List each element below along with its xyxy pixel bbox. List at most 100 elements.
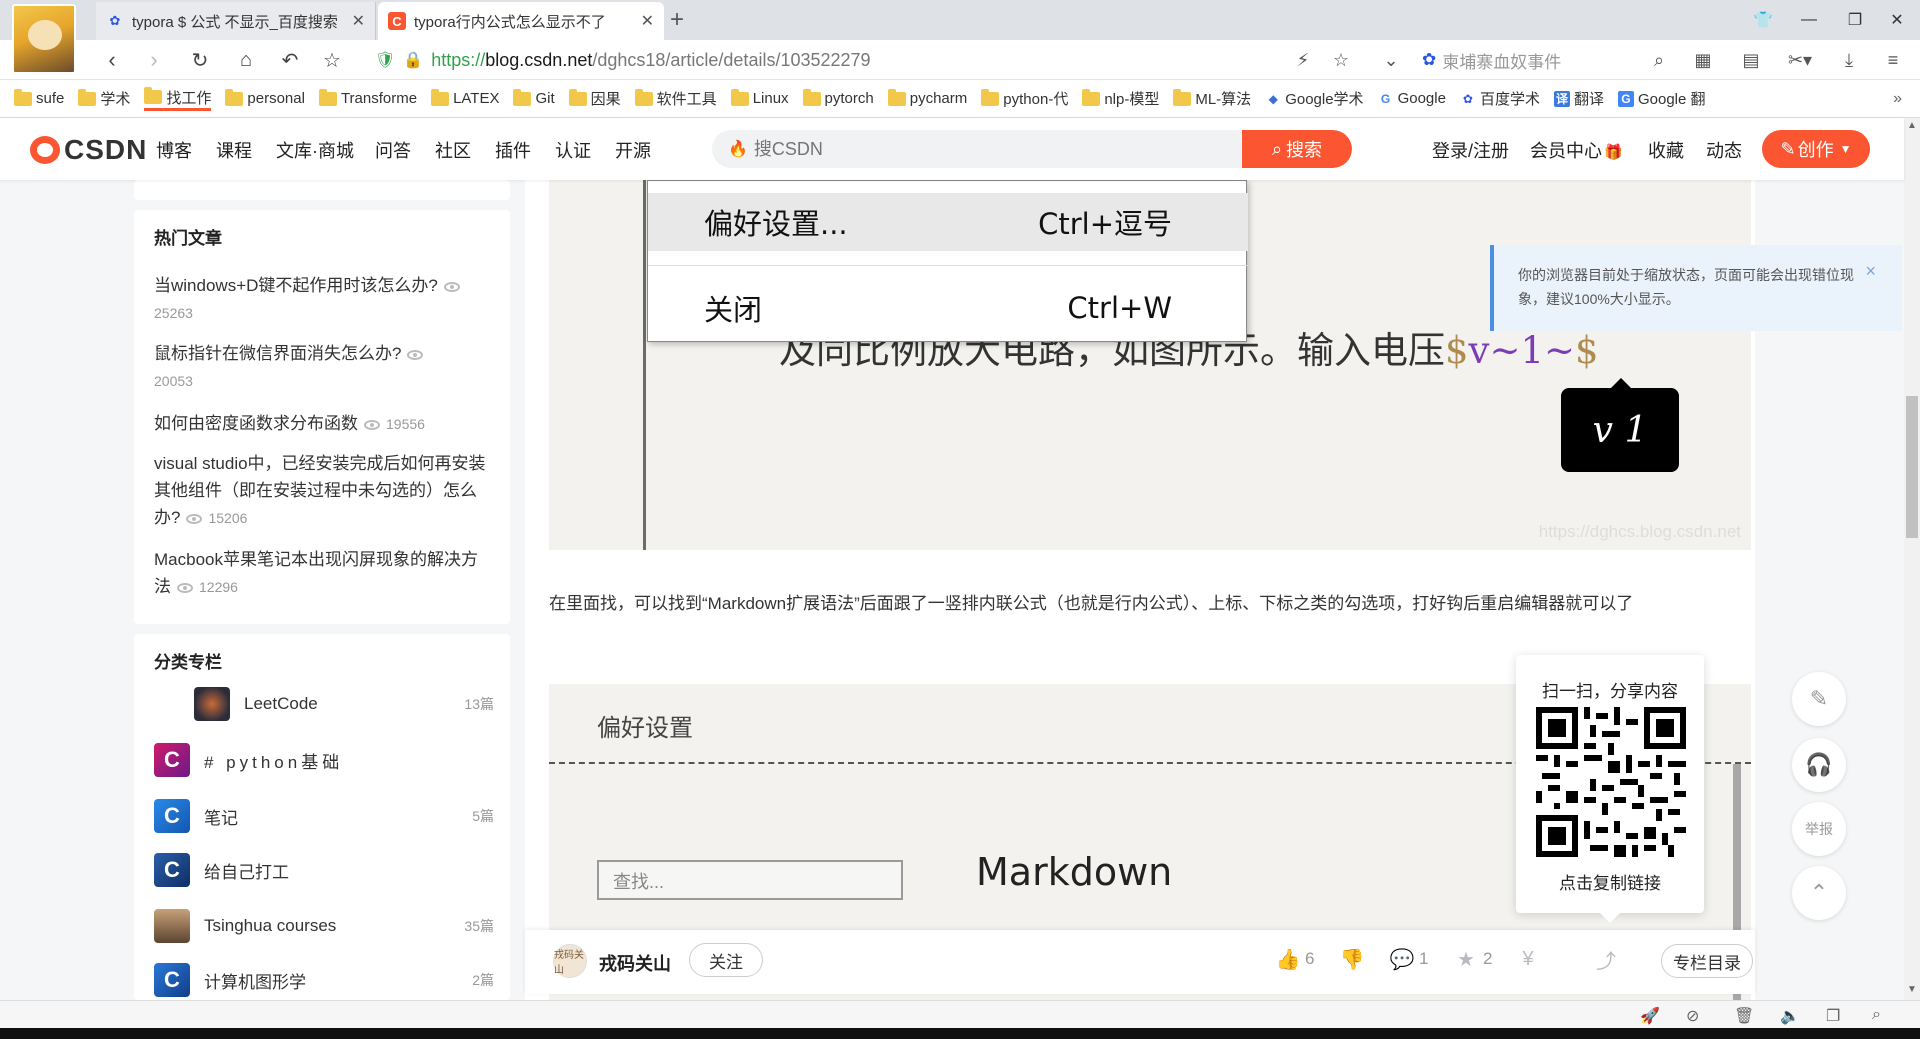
bookmark-linux[interactable]: Linux (730, 88, 789, 107)
trash-icon[interactable]: 🗑 (1734, 1006, 1754, 1026)
reward-button[interactable]: ¥ (1517, 948, 1545, 970)
page-scrollbar[interactable]: ▲ ▼ (1904, 118, 1920, 1000)
bookmark-translate[interactable]: 译翻译 (1553, 88, 1604, 109)
bookmark-causal[interactable]: 因果 (568, 88, 621, 109)
column-item-leetcode[interactable]: LeetCode 13篇 (154, 686, 494, 722)
new-tab-button[interactable]: + (670, 6, 684, 34)
bookmark-transformer[interactable]: Transforme (318, 88, 417, 107)
scroll-up-icon[interactable]: ▲ (1907, 120, 1917, 131)
report-button[interactable]: 举报 (1792, 802, 1846, 856)
csdn-logo[interactable]: CSDN (30, 134, 147, 166)
bookmark-google[interactable]: G Google (1378, 90, 1446, 107)
bookmark-job[interactable]: 找工作 (144, 87, 212, 111)
bookmark-pytorch[interactable]: pytorch (802, 88, 874, 107)
bookmark-tools[interactable]: 软件工具 (634, 88, 717, 109)
download-icon[interactable]: ⤓ (1836, 46, 1862, 74)
nav-plugins[interactable]: 插件 (495, 137, 531, 163)
column-item-work-for-self[interactable]: C 给自己打工 (154, 852, 494, 888)
column-item-tsinghua[interactable]: Tsinghua courses 35篇 (154, 908, 494, 944)
star-icon[interactable]: ☆ (1328, 46, 1354, 74)
back-to-top-icon[interactable]: ⌃ (1792, 866, 1846, 920)
close-icon[interactable]: ✕ (641, 11, 654, 31)
lightning-icon[interactable]: ⚡ (1290, 46, 1316, 74)
column-item-notes[interactable]: C 笔记 5篇 (154, 798, 494, 834)
column-item-graphics[interactable]: C 计算机图形学 2篇 (154, 962, 494, 998)
favorite-button[interactable]: ★ 2 (1455, 948, 1492, 971)
hot-article-item[interactable]: Macbook苹果笔记本出现闪屏现象的解决方法 12296 (154, 546, 494, 601)
follow-button[interactable]: 关注 (689, 943, 763, 977)
search-input[interactable] (753, 138, 1234, 160)
bookmark-academic[interactable]: 学术 (78, 88, 130, 109)
close-window-icon[interactable]: ✕ (1874, 0, 1920, 40)
nav-blog[interactable]: 博客 (156, 137, 192, 163)
headset-icon[interactable]: 🎧 (1792, 738, 1846, 792)
speaker-icon[interactable]: 🔈 (1780, 1006, 1800, 1026)
nav-certification[interactable]: 认证 (555, 137, 591, 163)
column-toc-button[interactable]: 专栏目录 (1661, 944, 1753, 978)
bookmark-google-translate[interactable]: G Google 翻 (1617, 88, 1706, 109)
tab-csdn-article[interactable]: C typora行内公式怎么显示不了 ✕ (378, 2, 664, 40)
search-button[interactable]: ⌕ 搜索 (1242, 130, 1352, 168)
bookmark-nlp-model[interactable]: nlp-模型 (1082, 88, 1159, 109)
bookmark-personal[interactable]: personal (225, 88, 305, 107)
user-avatar[interactable] (12, 4, 76, 74)
chevron-down-icon[interactable]: ⌄ (1378, 46, 1404, 74)
dynamic-link[interactable]: 动态 (1706, 137, 1742, 163)
url-field[interactable]: 🛡 🔒 https:// blog.csdn.net /dghcs18/arti… (375, 46, 1385, 74)
bookmark-baidu-scholar[interactable]: ✿ 百度学术 (1460, 88, 1540, 109)
window-icon[interactable]: ❐ (1826, 1006, 1840, 1026)
home-icon[interactable]: ⌂ (230, 46, 262, 74)
nav-qa[interactable]: 问答 (375, 137, 411, 163)
forward-icon[interactable]: › (138, 46, 170, 74)
scrollbar-thumb[interactable] (1906, 396, 1918, 538)
favorites-link[interactable]: 收藏 (1648, 137, 1684, 163)
dislike-button[interactable]: 👎 (1340, 948, 1369, 971)
bookmark-git[interactable]: Git (513, 88, 555, 107)
author-name[interactable]: 戎码关山 (599, 950, 671, 976)
bookmark-python-code[interactable]: python-代 (981, 88, 1068, 109)
bookmark-latex[interactable]: LATEX (431, 88, 499, 107)
bookmark-sufe[interactable]: sufe (14, 88, 64, 107)
menu-icon[interactable]: ≡ (1880, 46, 1906, 74)
nav-open-source[interactable]: 开源 (615, 137, 651, 163)
edit-note-icon[interactable]: ✎ (1792, 672, 1846, 726)
back-icon[interactable]: ‹ (96, 46, 128, 74)
skin-icon[interactable]: 👕 (1740, 0, 1786, 40)
scroll-down-icon[interactable]: ▼ (1907, 984, 1917, 995)
rocket-icon[interactable]: 🚀 (1640, 1006, 1660, 1026)
like-button[interactable]: 👍 6 (1276, 948, 1315, 971)
login-link[interactable]: 登录/注册 (1432, 137, 1509, 163)
close-icon[interactable]: ✕ (352, 11, 365, 31)
reader-icon[interactable]: ▤ (1738, 46, 1764, 74)
author-avatar[interactable]: 戎码关山 (553, 944, 587, 978)
hot-article-item[interactable]: 当windows+D键不起作用时该怎么办? 25263 (154, 272, 494, 327)
hot-article-item[interactable]: 如何由密度函数求分布函数 19556 (154, 410, 494, 438)
restore-icon[interactable]: ❐ (1832, 0, 1878, 40)
close-icon[interactable]: × (1865, 261, 1876, 282)
share-button[interactable]: ⤴ (1595, 948, 1623, 973)
nav-library-mall[interactable]: 文库·商城 (276, 137, 354, 163)
apps-grid-icon[interactable]: ▦ (1690, 46, 1716, 74)
bookmark-google-scholar[interactable]: ◆ Google学术 (1265, 88, 1364, 109)
copy-link-button[interactable]: 点击复制链接 (1516, 869, 1704, 894)
vip-center-link[interactable]: 会员中心 🎁 (1530, 137, 1623, 163)
create-button[interactable]: ✎ 创作 ▼ (1762, 130, 1870, 168)
bookmarks-more-icon[interactable]: » (1893, 90, 1902, 108)
search-icon[interactable]: ⌕ (1646, 46, 1672, 74)
star-icon[interactable]: ☆ (316, 46, 348, 74)
minimize-icon[interactable]: — (1786, 0, 1832, 40)
nav-courses[interactable]: 课程 (216, 137, 252, 163)
comment-button[interactable]: 💬 1 (1390, 948, 1429, 971)
search-engine-box[interactable]: ✿ 柬埔寨血奴事件 (1422, 46, 1672, 74)
bookmark-pycharm[interactable]: pycharm (887, 88, 967, 107)
nav-community[interactable]: 社区 (435, 137, 471, 163)
column-item-python[interactable]: C # python基础 (154, 742, 494, 778)
zoom-icon[interactable]: ⌕ (1872, 1006, 1881, 1024)
reload-icon[interactable]: ↻ (184, 46, 216, 74)
hot-article-item[interactable]: visual studio中，已经安装完成后如何再安装其他组件（即在安装过程中未… (154, 450, 494, 532)
tab-baidu-search[interactable]: ✿ typora $ 公式 不显示_百度搜索 ✕ (96, 2, 376, 40)
bookmark-ml-algo[interactable]: ML-算法 (1173, 88, 1251, 109)
no-image-icon[interactable]: ⊘ (1686, 1006, 1699, 1026)
undo-close-icon[interactable]: ↶ (274, 46, 306, 74)
hot-article-item[interactable]: 鼠标指针在微信界面消失怎么办? 20053 (154, 340, 494, 395)
